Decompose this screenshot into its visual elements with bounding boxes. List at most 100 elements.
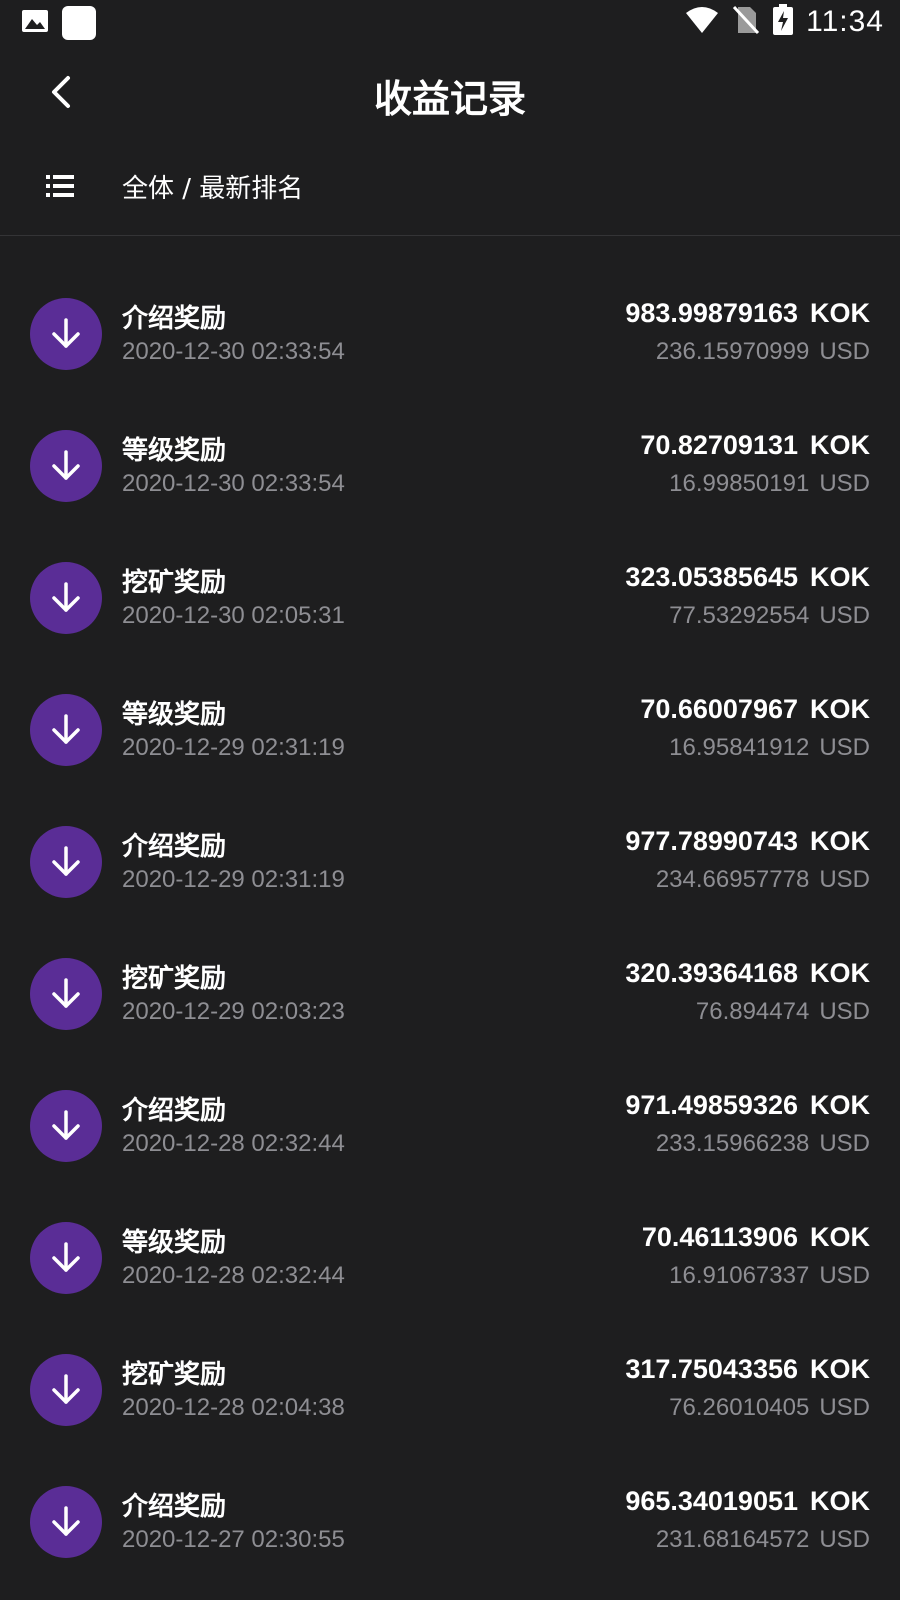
list-item[interactable]: 等级奖励 2020-12-28 02:32:44 70.46113906 KOK … [0,1192,900,1324]
record-usd: 76.26010405 USD [669,1394,870,1422]
usd-unit: USD [819,1526,870,1553]
usd-unit: USD [819,602,870,629]
usd-unit: USD [819,1262,870,1289]
amount-value: 323.05385645 [625,562,798,592]
record-title: 介绍奖励 [122,1492,227,1522]
arrow-down-icon [30,430,102,502]
usd-value: 16.99850191 [669,470,810,497]
record-date: 2020-12-29 02:03:23 [122,998,345,1025]
usd-value: 16.91067337 [669,1262,810,1289]
status-left [20,6,96,40]
battery-charging-icon [772,4,794,40]
list-item[interactable]: 挖矿奖励 2020-12-28 02:04:38 317.75043356 KOK… [0,1324,900,1456]
amount-value: 977.78990743 [625,826,798,856]
arrow-down-icon [30,826,102,898]
arrow-down-icon [30,1486,102,1558]
amount-unit: KOK [810,430,870,460]
record-date: 2020-12-29 02:31:19 [122,866,345,893]
app-icon [62,6,96,40]
record-title: 等级奖励 [122,436,227,466]
usd-unit: USD [819,998,870,1025]
record-usd: 233.15966238 USD [656,1130,870,1158]
amount-value: 320.39364168 [625,958,798,988]
amount-unit: KOK [810,562,870,592]
amount-value: 317.75043356 [625,1354,798,1384]
record-date: 2020-12-28 02:04:38 [122,1394,345,1421]
status-time: 11:34 [806,5,884,38]
list-item[interactable]: 挖矿奖励 2020-12-29 02:03:23 320.39364168 KOK… [0,928,900,1060]
page-title: 收益记录 [373,77,526,121]
list-item[interactable]: 介绍奖励 2020-12-28 02:32:44 971.49859326 KOK… [0,1060,900,1192]
amount-value: 983.99879163 [625,298,798,328]
record-usd: 231.68164572 USD [656,1526,870,1554]
record-usd: 234.66957778 USD [656,866,870,894]
usd-value: 234.66957778 [655,866,810,893]
usd-unit: USD [819,1394,870,1421]
amount-unit: KOK [810,1090,870,1120]
arrow-down-icon [30,562,102,634]
usd-value: 231.68164572 [655,1526,810,1553]
arrow-down-icon [30,1222,102,1294]
record-usd: 77.53292554 USD [669,602,870,630]
record-usd: 76.894474 USD [696,998,870,1026]
usd-unit: USD [819,1130,870,1157]
amount-value: 70.82709131 [640,430,798,460]
list-item[interactable]: 介绍奖励 2020-12-29 02:31:19 977.78990743 KOK… [0,796,900,928]
usd-unit: USD [819,866,870,893]
list-icon[interactable] [44,170,76,202]
arrow-down-icon [30,1090,102,1162]
record-date: 2020-12-28 02:32:44 [122,1262,345,1289]
record-usd: 236.15970999 USD [656,338,870,366]
record-title: 介绍奖励 [122,1096,227,1126]
list-item[interactable]: 等级奖励 2020-12-30 02:33:54 70.82709131 KOK … [0,400,900,532]
amount-value: 70.46113906 [641,1222,798,1252]
filter-bar[interactable]: 全体 / 最新排名 [0,146,900,236]
record-date: 2020-12-28 02:32:44 [122,1130,345,1157]
list-item[interactable]: 等级奖励 2020-12-29 02:31:19 70.66007967 KOK … [0,664,900,796]
record-amount: 323.05385645 KOK [625,562,870,593]
arrow-down-icon [30,1354,102,1426]
record-date: 2020-12-30 02:05:31 [122,602,345,629]
amount-value: 971.49859326 [625,1090,798,1120]
no-sim-icon [732,5,760,39]
record-amount: 320.39364168 KOK [625,958,870,989]
records-list: 介绍奖励 2020-12-30 02:33:54 983.99879163 KOK… [0,268,900,1588]
record-amount: 983.99879163 KOK [625,298,870,329]
list-item[interactable]: 介绍奖励 2020-12-27 02:30:55 965.34019051 KOK… [0,1456,900,1588]
record-title: 挖矿奖励 [122,1360,227,1390]
usd-value: 236.15970999 [655,338,810,365]
amount-unit: KOK [810,1222,870,1252]
record-date: 2020-12-27 02:30:55 [122,1526,345,1553]
header: 收益记录 [0,52,900,132]
arrow-down-icon [30,958,102,1030]
list-item[interactable]: 挖矿奖励 2020-12-30 02:05:31 323.05385645 KOK… [0,532,900,664]
usd-value: 77.53292554 [669,602,810,629]
record-amount: 70.66007967 KOK [640,694,870,725]
arrow-down-icon [30,298,102,370]
record-title: 挖矿奖励 [122,964,227,994]
usd-unit: USD [819,470,870,497]
amount-unit: KOK [810,298,870,328]
usd-unit: USD [819,734,870,761]
record-title: 等级奖励 [122,1228,227,1258]
wifi-icon [684,5,720,39]
usd-unit: USD [819,338,870,365]
record-title: 等级奖励 [122,700,227,730]
record-amount: 317.75043356 KOK [625,1354,870,1385]
record-usd: 16.91067337 USD [669,1262,870,1290]
record-title: 挖矿奖励 [122,568,227,598]
usd-value: 76.894474 [695,998,810,1025]
amount-unit: KOK [810,1486,870,1516]
record-title: 介绍奖励 [122,832,227,862]
record-date: 2020-12-29 02:31:19 [122,734,345,761]
usd-value: 16.95841912 [669,734,810,761]
amount-unit: KOK [810,826,870,856]
record-usd: 16.95841912 USD [669,734,870,762]
amount-value: 965.34019051 [625,1486,798,1516]
usd-value: 233.15966238 [655,1130,810,1157]
list-item[interactable]: 介绍奖励 2020-12-30 02:33:54 983.99879163 KOK… [0,268,900,400]
record-date: 2020-12-30 02:33:54 [122,338,345,365]
usd-value: 76.26010405 [669,1394,810,1421]
filter-label[interactable]: 全体 / 最新排名 [122,168,303,205]
record-amount: 70.82709131 KOK [640,430,870,461]
